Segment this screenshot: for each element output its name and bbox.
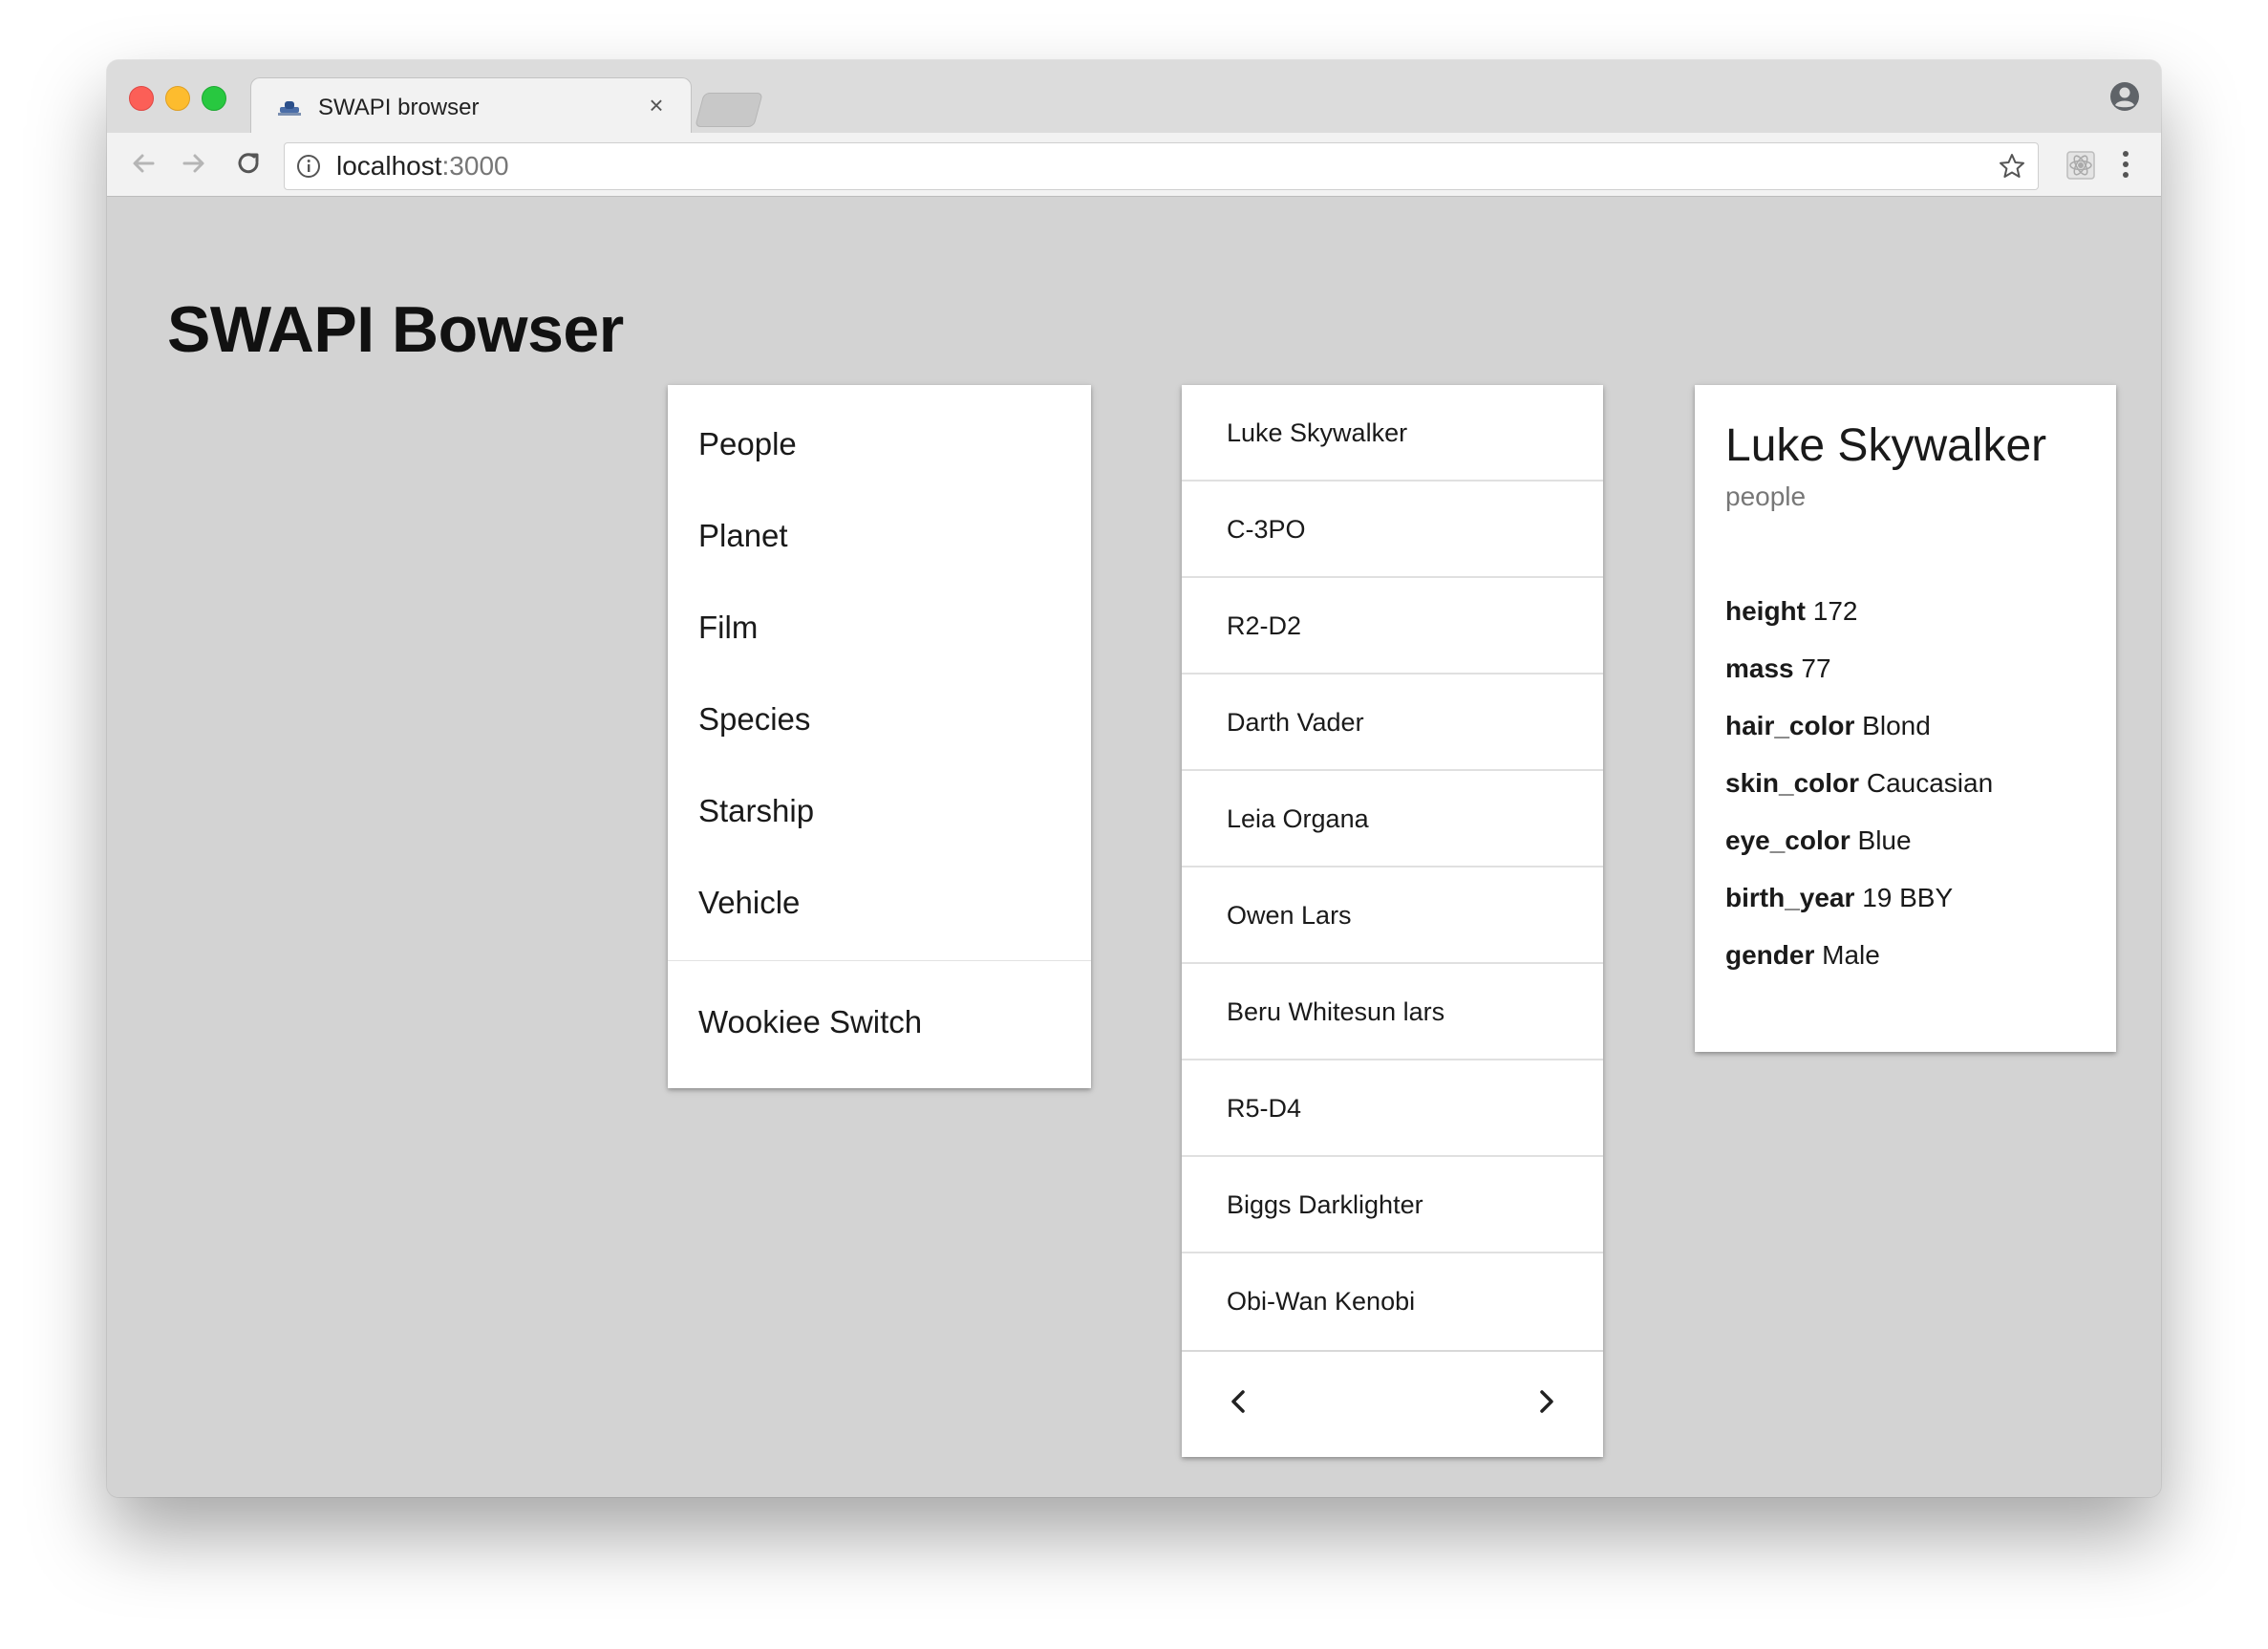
close-window-button[interactable] <box>129 86 154 111</box>
url-port: :3000 <box>441 151 509 181</box>
attribute-key: birth_year <box>1725 883 1855 912</box>
attribute-gender: gender Male <box>1725 939 1993 996</box>
attribute-skin-color: skin_color Caucasian <box>1725 767 1993 824</box>
attribute-list: height 172 mass 77 hair_color Blond skin… <box>1725 595 1993 996</box>
category-item-starship[interactable]: Starship <box>668 765 1091 857</box>
detail-title: Luke Skywalker <box>1725 420 2047 471</box>
attribute-key: hair_color <box>1725 711 1855 740</box>
arrow-right-icon[interactable] <box>177 146 211 181</box>
star-icon[interactable] <box>1998 152 2026 181</box>
category-item-people[interactable]: People <box>668 398 1091 490</box>
attribute-value: 172 <box>1812 596 1858 626</box>
category-item-film[interactable]: Film <box>668 582 1091 674</box>
category-item-vehicle[interactable]: Vehicle <box>668 857 1091 949</box>
list-item[interactable]: Luke Skywalker <box>1182 385 1603 482</box>
minimize-window-button[interactable] <box>165 86 190 111</box>
kebab-menu-icon[interactable] <box>2120 148 2131 181</box>
list-item[interactable]: Biggs Darklighter <box>1182 1157 1603 1253</box>
close-icon[interactable]: × <box>643 91 670 119</box>
attribute-value: 77 <box>1801 653 1831 683</box>
category-menu: People Planet Film Species Starship Vehi… <box>668 385 1091 1088</box>
attribute-value: Male <box>1822 940 1880 970</box>
attribute-value: Caucasian <box>1866 768 1994 798</box>
category-item-species[interactable]: Species <box>668 674 1091 765</box>
address-bar[interactable]: localhost:3000 <box>284 142 2039 190</box>
info-icon[interactable] <box>296 154 321 179</box>
chevron-right-icon[interactable] <box>1525 1381 1567 1423</box>
favicon-icon <box>278 101 301 116</box>
list-item[interactable]: R2-D2 <box>1182 578 1603 675</box>
page-content: SWAPI Bowser People Planet Film Species … <box>107 197 2161 1497</box>
zoom-window-button[interactable] <box>202 86 226 111</box>
attribute-key: eye_color <box>1725 825 1851 855</box>
category-list: People Planet Film Species Starship Vehi… <box>668 385 1091 949</box>
list-item[interactable]: Owen Lars <box>1182 867 1603 964</box>
attribute-value: Blond <box>1862 711 1931 740</box>
reload-icon[interactable] <box>231 146 266 181</box>
url-host: localhost <box>336 151 442 181</box>
list-item[interactable]: Beru Whitesun lars <box>1182 964 1603 1060</box>
category-item-planet[interactable]: Planet <box>668 490 1091 582</box>
attribute-eye-color: eye_color Blue <box>1725 824 1993 882</box>
pagination <box>1182 1350 1603 1451</box>
detail-card: Luke Skywalker people height 172 mass 77… <box>1695 385 2116 1052</box>
list-item[interactable]: R5-D4 <box>1182 1060 1603 1157</box>
attribute-birth-year: birth_year 19 BBY <box>1725 882 1993 939</box>
list-item[interactable]: Darth Vader <box>1182 675 1603 771</box>
new-tab-button[interactable] <box>695 93 763 127</box>
arrow-left-icon[interactable] <box>126 146 160 181</box>
attribute-key: skin_color <box>1725 768 1860 798</box>
list-item[interactable]: C-3PO <box>1182 482 1603 578</box>
browser-toolbar: localhost:3000 <box>107 133 2161 197</box>
attribute-mass: mass 77 <box>1725 653 1993 710</box>
browser-window: SWAPI browser × localhost:3000 SWAPI Bow… <box>107 60 2161 1497</box>
attribute-key: height <box>1725 596 1806 626</box>
extension-icon[interactable] <box>2065 150 2096 181</box>
title-bar: SWAPI browser × <box>107 60 2161 136</box>
page-title: SWAPI Bowser <box>167 293 624 366</box>
attribute-hair-color: hair_color Blond <box>1725 710 1993 767</box>
chevron-left-icon[interactable] <box>1218 1381 1260 1423</box>
attribute-key: mass <box>1725 653 1794 683</box>
profile-icon[interactable] <box>2109 81 2140 112</box>
wookiee-switch[interactable]: Wookiee Switch <box>668 961 1091 1083</box>
attribute-key: gender <box>1725 940 1815 970</box>
results-list: Luke Skywalker C-3PO R2-D2 Darth Vader L… <box>1182 385 1603 1457</box>
attribute-value: 19 BBY <box>1862 883 1954 912</box>
list-item[interactable]: Obi-Wan Kenobi <box>1182 1253 1603 1350</box>
list-item[interactable]: Leia Organa <box>1182 771 1603 867</box>
tab-title: SWAPI browser <box>318 95 480 120</box>
url-text[interactable]: localhost:3000 <box>336 152 509 181</box>
detail-type: people <box>1725 482 1807 511</box>
browser-tab[interactable]: SWAPI browser × <box>250 77 692 136</box>
attribute-value: Blue <box>1857 825 1912 855</box>
attribute-height: height 172 <box>1725 595 1993 653</box>
